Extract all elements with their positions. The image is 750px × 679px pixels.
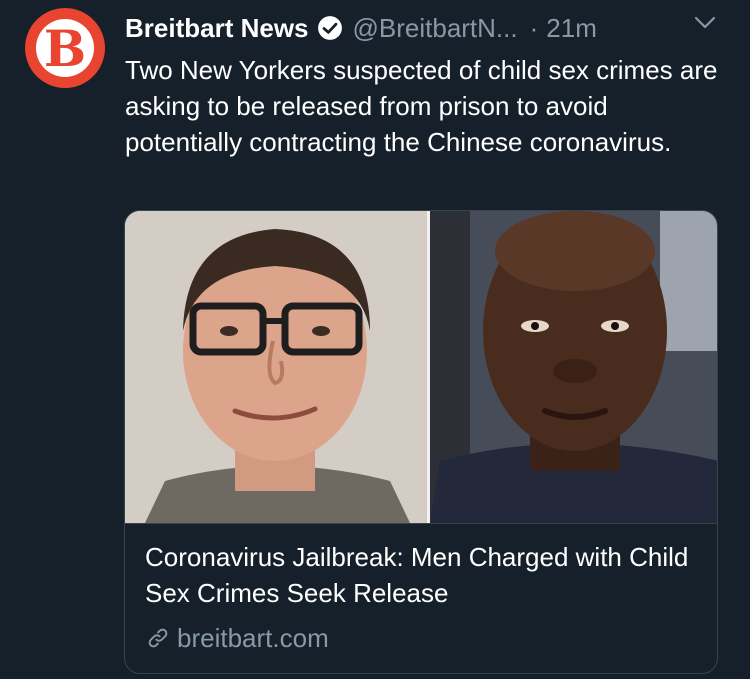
author-name[interactable]: Breitbart News xyxy=(125,13,309,44)
avatar-logo-letter: B xyxy=(43,19,87,78)
avatar-inner: B xyxy=(36,19,94,77)
header-separator: · xyxy=(529,12,539,43)
card-divider xyxy=(125,523,717,524)
chevron-down-icon[interactable] xyxy=(690,12,720,39)
author-handle[interactable]: @BreitbartN... xyxy=(353,13,518,44)
tweet-text: Two New Yorkers suspected of child sex c… xyxy=(125,55,718,157)
card-photo-left xyxy=(125,211,427,523)
avatar[interactable]: B xyxy=(25,8,105,88)
card-title[interactable]: Coronavirus Jailbreak: Men Charged with … xyxy=(145,539,705,611)
card-photo-right xyxy=(430,211,717,523)
link-icon xyxy=(145,625,171,651)
tweet-timestamp[interactable]: 21m xyxy=(546,13,597,44)
link-preview-card[interactable]: Coronavirus Jailbreak: Men Charged with … xyxy=(124,210,718,674)
card-domain-text: breitbart.com xyxy=(177,622,329,653)
card-image xyxy=(125,211,717,523)
tweet-header: Breitbart News @BreitbartN... · 21m xyxy=(125,8,720,48)
card-domain[interactable]: breitbart.com xyxy=(145,620,329,656)
verified-badge-icon xyxy=(317,15,343,41)
